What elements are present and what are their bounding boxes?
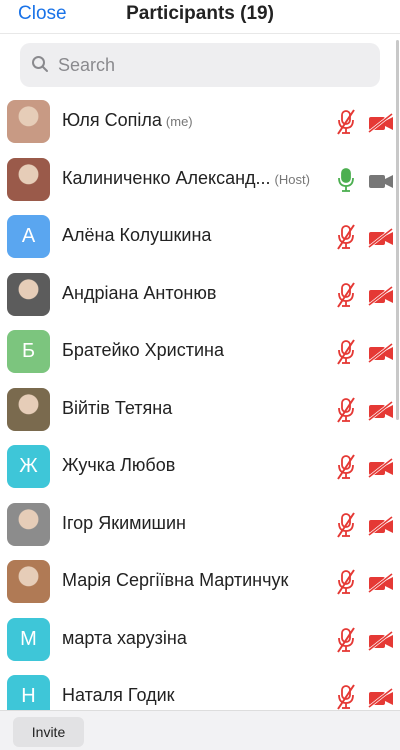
avatar-photo — [7, 100, 50, 143]
bottom-bar: Invite — [0, 710, 400, 750]
microphone-muted-icon[interactable] — [336, 454, 356, 480]
participant-name: Алёна Колушкина — [62, 225, 212, 245]
participant-row[interactable]: Н Наталя Годик — [0, 670, 400, 710]
participant-row[interactable]: Андріана Антонюв — [0, 268, 400, 326]
microphone-muted-icon[interactable] — [336, 684, 356, 710]
participant-row[interactable]: Ммарта харузіна — [0, 613, 400, 671]
participant-name: Калиниченко Александ... — [62, 167, 271, 188]
avatar-initial: А — [7, 215, 50, 258]
video-camera-off-icon[interactable] — [368, 113, 394, 133]
participant-role-tag: (Host) — [274, 171, 310, 187]
participant-name: Війтів Тетяна — [62, 397, 173, 418]
participant-name: Наталя Годик — [62, 685, 175, 705]
search-icon — [32, 56, 48, 72]
video-camera-off-icon[interactable] — [368, 285, 394, 306]
video-camera-off-icon[interactable] — [368, 228, 394, 248]
video-camera-off-icon[interactable] — [368, 688, 394, 708]
participant-name: Юля Сопіла — [62, 110, 162, 130]
avatar-initial: Н — [7, 675, 50, 710]
participant-name: Ігор Якимишин — [62, 512, 186, 533]
avatar-photo — [7, 560, 50, 603]
microphone-muted-icon[interactable] — [336, 224, 356, 250]
page-title: Participants (19) — [126, 3, 274, 24]
participant-name-line: Ігор Якимишин — [62, 513, 332, 534]
microphone-muted-icon[interactable] — [336, 109, 356, 135]
participant-name-line: Жучка Любов — [62, 455, 332, 476]
avatar-photo — [7, 502, 50, 546]
microphone-muted-icon[interactable] — [336, 396, 356, 423]
participant-name-line: Андріана Антонюв — [62, 283, 332, 304]
participant-name-line: Війтів Тетяна — [62, 398, 332, 419]
participant-row[interactable]: А Алёна Колушкина — [0, 210, 400, 268]
video-camera-off-icon[interactable] — [368, 630, 394, 651]
participant-row[interactable]: Марія Сергіївна Мартинчук — [0, 555, 400, 613]
participant-name: Братейко Христина — [62, 340, 224, 360]
microphone-muted-icon[interactable] — [336, 339, 356, 365]
search-bar[interactable] — [20, 43, 380, 87]
video-camera-icon[interactable] — [368, 171, 394, 191]
microphone-muted-icon[interactable] — [336, 281, 356, 308]
microphone-muted-icon[interactable] — [336, 626, 356, 653]
header-bar: Close Participants (19) — [0, 0, 400, 34]
participant-name: марта харузіна — [62, 627, 187, 648]
participant-row[interactable]: Калиниченко Александ... (Host) — [0, 153, 400, 211]
video-camera-off-icon[interactable] — [368, 573, 394, 593]
avatar-initial: М — [7, 617, 50, 661]
microphone-muted-icon[interactable] — [336, 569, 356, 595]
video-camera-off-icon[interactable] — [368, 515, 394, 536]
participants-list: Юля Сопіла (me) Калиниченко Александ... (Ho… — [0, 95, 400, 710]
participant-name: Марія Сергіївна Мартинчук — [62, 570, 289, 590]
microphone-muted-icon[interactable] — [336, 511, 356, 538]
avatar-photo — [7, 272, 50, 316]
participant-name-line: Братейко Христина — [62, 340, 332, 361]
participant-name-line: Юля Сопіла (me) — [62, 110, 332, 131]
participant-row[interactable]: Юля Сопіла (me) — [0, 95, 400, 153]
participant-role-tag: (me) — [165, 114, 193, 129]
avatar-photo — [7, 387, 50, 431]
participant-name: Жучка Любов — [62, 455, 176, 475]
participant-row[interactable]: Ігор Якимишин — [0, 498, 400, 556]
participant-name-line: Калиниченко Александ... (Host) — [62, 168, 332, 189]
invite-button[interactable]: Invite — [13, 717, 84, 747]
participant-name-line: Марія Сергіївна Мартинчук — [62, 570, 332, 591]
participant-name: Андріана Антонюв — [62, 282, 217, 303]
video-camera-off-icon[interactable] — [368, 343, 394, 363]
microphone-icon[interactable] — [336, 167, 356, 193]
video-camera-off-icon[interactable] — [368, 458, 394, 478]
participant-name-line: Наталя Годик — [62, 685, 332, 706]
search-input[interactable] — [58, 43, 368, 87]
participant-name-line: Алёна Колушкина — [62, 225, 332, 246]
participant-name-line: марта харузіна — [62, 628, 332, 649]
participant-row[interactable]: Війтів Тетяна — [0, 383, 400, 441]
avatar-photo — [7, 157, 50, 201]
participant-row[interactable]: Б Братейко Христина — [0, 325, 400, 383]
video-camera-off-icon[interactable] — [368, 400, 394, 421]
avatar-initial: Б — [7, 330, 50, 373]
participant-row[interactable]: Ж Жучка Любов — [0, 440, 400, 498]
avatar-initial: Ж — [7, 445, 50, 488]
